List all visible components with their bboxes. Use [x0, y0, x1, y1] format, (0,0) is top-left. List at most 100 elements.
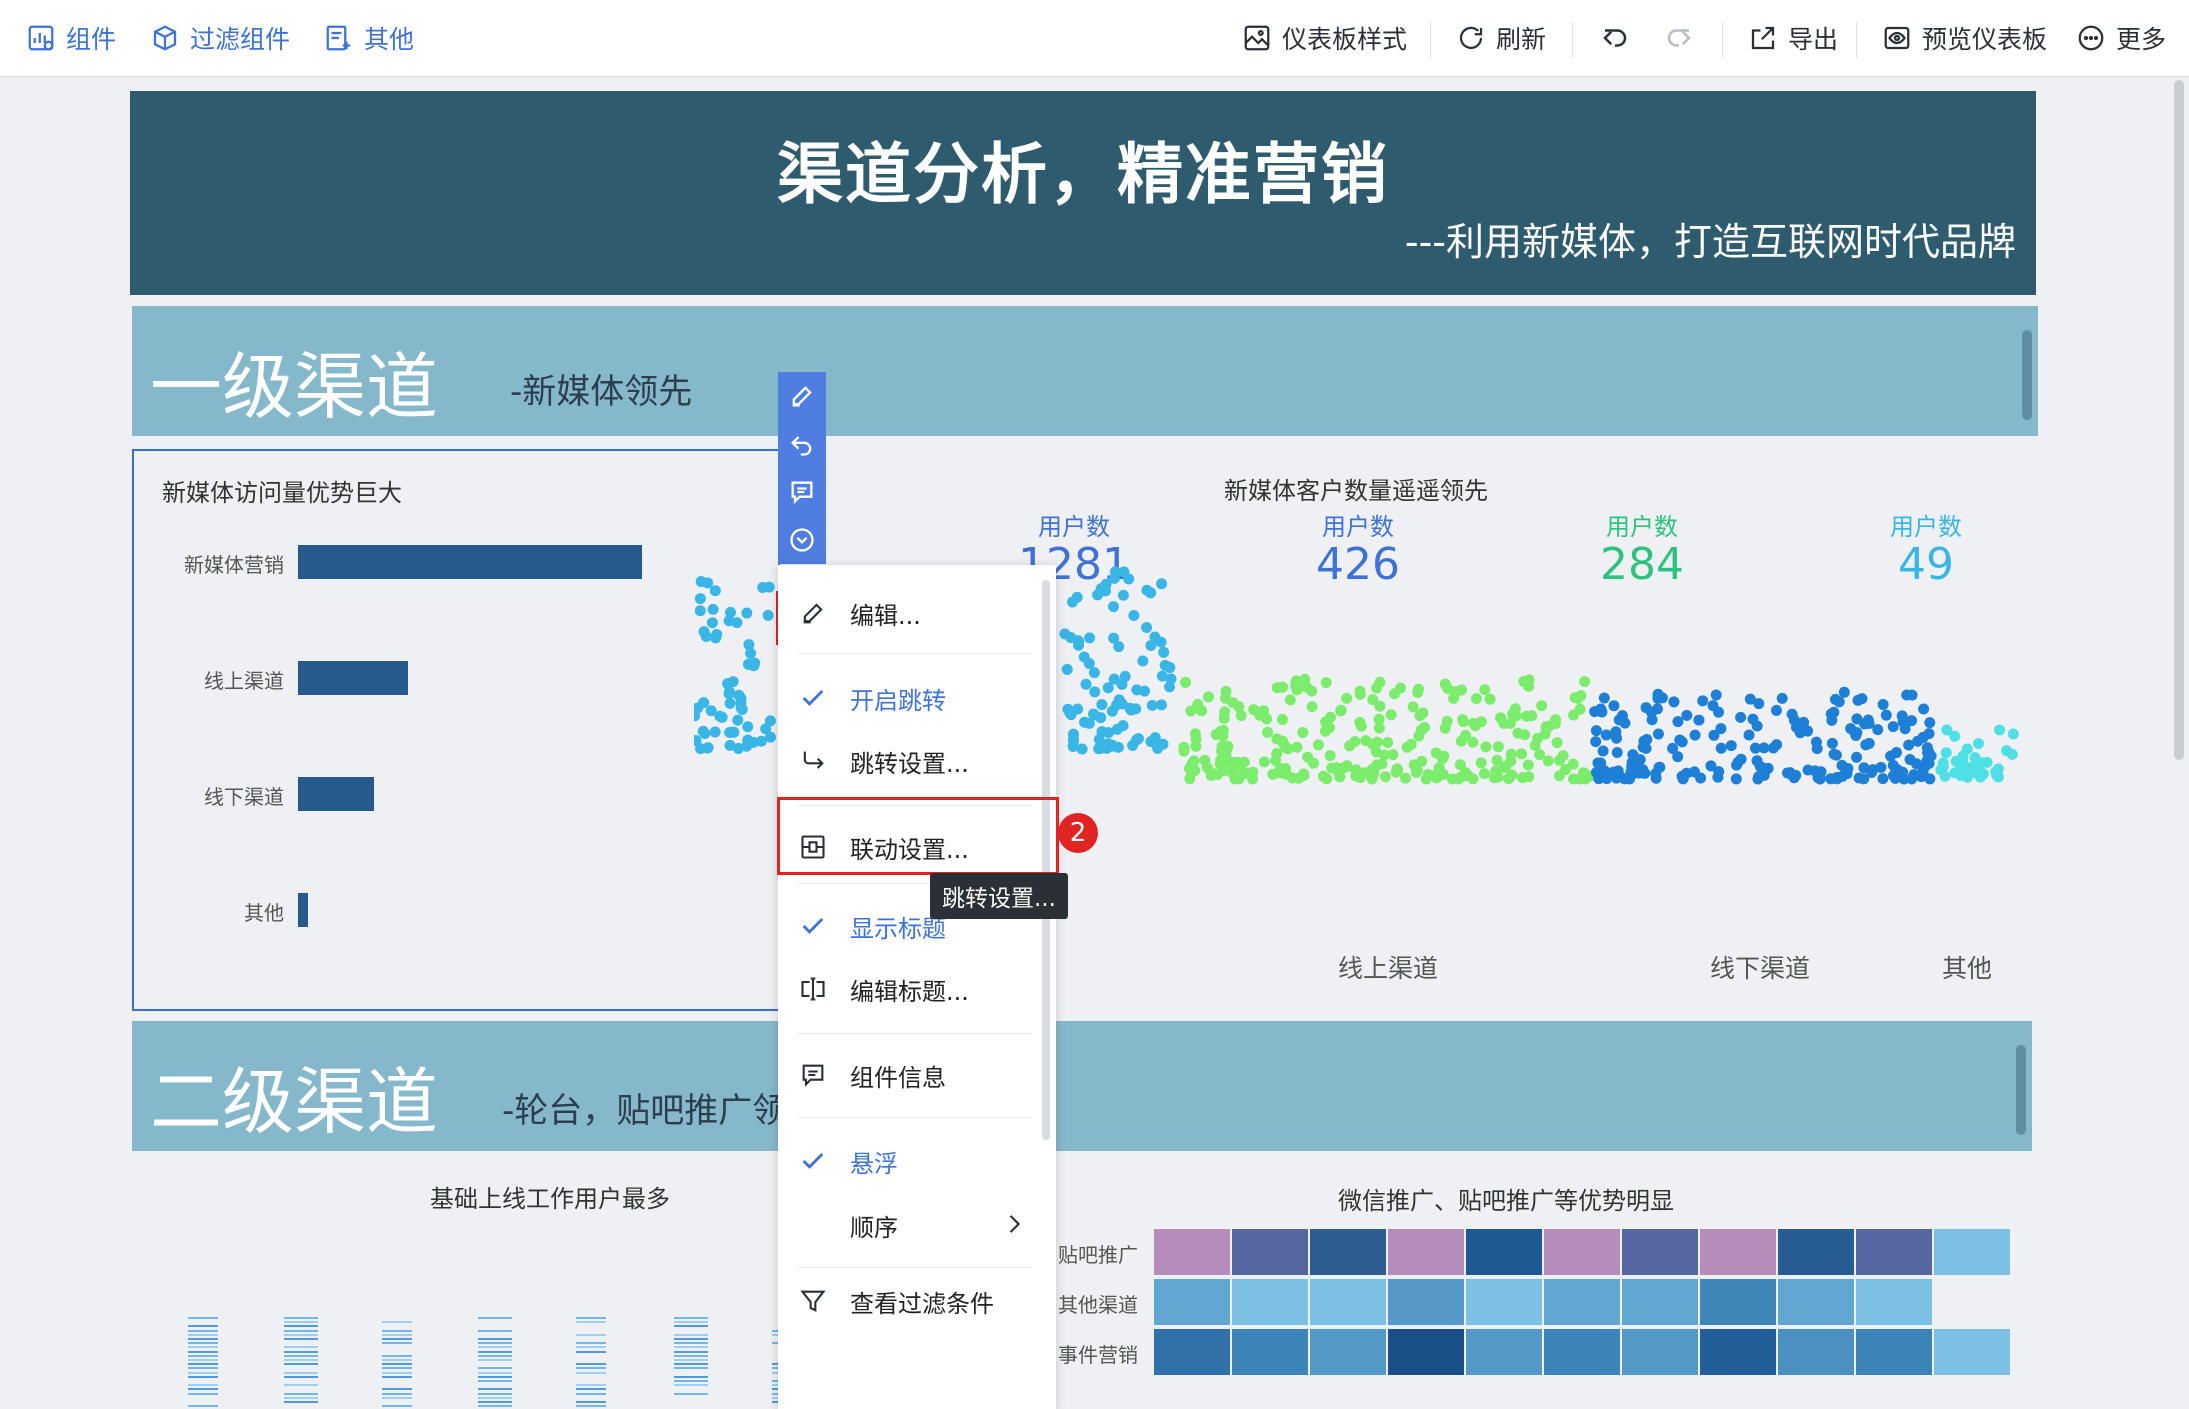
heatmap-cell[interactable] [1700, 1229, 1776, 1275]
scatter-point [1247, 766, 1259, 778]
scatter-point [1271, 682, 1283, 694]
heatmap-cell[interactable] [1778, 1229, 1854, 1275]
heatmap-cell[interactable] [1310, 1279, 1386, 1325]
heatmap-cell[interactable] [1622, 1229, 1698, 1275]
menu-item-view-filter[interactable]: 查看过滤条件 [778, 1271, 1056, 1331]
text-add-icon [326, 25, 351, 51]
stripe-line [382, 1333, 412, 1336]
stripe-line [188, 1363, 218, 1366]
comment-icon [791, 481, 813, 505]
undo-button[interactable] [1600, 0, 1640, 76]
scatter-point [1923, 728, 1935, 740]
heatmap-cell[interactable] [1310, 1229, 1386, 1275]
section-header-level2[interactable]: 二级渠道 -轮台，贴吧推广领先 [132, 1021, 2032, 1151]
menu-item-float[interactable]: 悬浮 [778, 1131, 1056, 1191]
section-title: 一级渠道 [150, 345, 439, 429]
heatmap-cell[interactable] [1232, 1329, 1308, 1375]
bar-chart-panel[interactable]: 新媒体访问量优势巨大 新媒体营销 线上渠道 线下渠道 其他 [132, 449, 780, 1011]
heatmap-cell[interactable] [1466, 1229, 1542, 1275]
stripe-line [382, 1392, 412, 1395]
heatmap-cell[interactable] [1934, 1329, 2010, 1375]
heatmap-cell[interactable] [1778, 1329, 1854, 1375]
heatmap-cell[interactable] [1622, 1279, 1698, 1325]
stripe-line [284, 1325, 318, 1328]
bar[interactable] [298, 777, 374, 811]
scatter-point [1553, 770, 1565, 782]
heatmap-cell[interactable] [1388, 1329, 1464, 1375]
stripe-line [674, 1325, 708, 1328]
scatter-point [1096, 699, 1108, 711]
stripe-line [478, 1350, 512, 1353]
scatter-point [1389, 688, 1401, 700]
menu-item-enable-jump[interactable]: 开启跳转 [778, 668, 1056, 728]
undo-component-button[interactable] [778, 420, 826, 468]
heatmap-cell[interactable] [1856, 1279, 1932, 1325]
section-scrollbar[interactable] [2022, 330, 2032, 420]
menu-item-order[interactable]: 顺序 [778, 1195, 1056, 1255]
scatter-point [1400, 772, 1412, 784]
more-button[interactable]: 更多 [2076, 0, 2166, 76]
heatmap-cell[interactable] [1310, 1329, 1386, 1375]
heatmap-panel[interactable]: 微信推广、贴吧推广等优势明显 贴吧推广 其他渠道 事件营销 [1040, 1167, 2040, 1409]
component-button[interactable]: 组件 [26, 0, 116, 76]
export-button[interactable]: 导出 [1748, 0, 1838, 76]
menu-item-jump-settings[interactable]: 跳转设置... [778, 731, 1056, 791]
filter-component-button[interactable]: 过滤组件 [150, 0, 290, 76]
menu-item-component-info[interactable]: 组件信息 [778, 1045, 1056, 1105]
more-options-dropdown-button[interactable] [778, 516, 826, 564]
title-banner[interactable]: 渠道分析，精准营销 ---利用新媒体，打造互联网时代品牌 [130, 91, 2036, 295]
menu-item-edit-title[interactable]: 编辑标题... [778, 959, 1056, 1019]
heatmap-cell[interactable] [1544, 1279, 1620, 1325]
heatmap-cell[interactable] [1700, 1329, 1776, 1375]
bar[interactable] [298, 893, 309, 927]
menu-item-edit[interactable]: 编辑... [778, 583, 1056, 643]
heatmap-cell[interactable] [1778, 1279, 1854, 1325]
heatmap-cell[interactable] [1232, 1279, 1308, 1325]
other-button[interactable]: 其他 [324, 0, 414, 76]
comment-component-button[interactable] [778, 468, 826, 516]
stripe-line [188, 1367, 218, 1370]
scatter-point [1597, 745, 1609, 757]
heatmap-cell[interactable] [1934, 1229, 2010, 1275]
heatmap-cell[interactable] [1466, 1329, 1542, 1375]
heatmap-cell[interactable] [1154, 1279, 1230, 1325]
scatter-point [1093, 733, 1105, 745]
edit-icon [792, 386, 812, 407]
scatter-point [1529, 739, 1541, 751]
preview-dashboard-button[interactable]: 预览仪表板 [1882, 0, 2047, 76]
tooltip: 跳转设置... [930, 873, 1068, 919]
heatmap-cell[interactable] [1466, 1279, 1542, 1325]
heatmap-cell[interactable] [1856, 1329, 1932, 1375]
scatter-point [1324, 750, 1336, 762]
heatmap-cell[interactable] [1388, 1279, 1464, 1325]
stripe-chart-panel[interactable]: 基础上线工作用户最多 [132, 1167, 802, 1409]
heatmap-cell[interactable] [1232, 1229, 1308, 1275]
edit-component-button[interactable] [778, 372, 826, 420]
step-badge-2: 2 [1058, 813, 1098, 853]
heatmap-cell[interactable] [1856, 1229, 1932, 1275]
bar[interactable] [298, 545, 642, 579]
heatmap-cell[interactable] [1700, 1279, 1776, 1325]
bar[interactable] [298, 661, 409, 695]
scatter-point [1921, 742, 1933, 754]
dashboard-style-button[interactable]: 仪表板样式 [1242, 0, 1407, 76]
heatmap-cell[interactable] [1622, 1329, 1698, 1375]
heatmap-cell[interactable] [1544, 1229, 1620, 1275]
scatter-point [1918, 703, 1930, 715]
undo-icon [791, 436, 812, 456]
stripe-line [478, 1371, 512, 1374]
heatmap-cell[interactable] [1154, 1229, 1230, 1275]
section-header-level1[interactable]: 一级渠道 -新媒体领先 [132, 306, 2038, 436]
scatter-point [1520, 710, 1532, 722]
redo-button[interactable] [1664, 0, 1704, 76]
heatmap-cell[interactable] [1154, 1329, 1230, 1375]
scatter-point [725, 606, 737, 618]
scatter-point [1374, 676, 1386, 688]
refresh-button[interactable]: 刷新 [1456, 0, 1546, 76]
scatter-point [1852, 694, 1864, 706]
section-scrollbar[interactable] [2016, 1045, 2026, 1135]
heatmap-cell[interactable] [1388, 1229, 1464, 1275]
scatter-point [1113, 641, 1125, 653]
heatmap-cell[interactable] [1544, 1329, 1620, 1375]
scatter-point [1877, 698, 1889, 710]
